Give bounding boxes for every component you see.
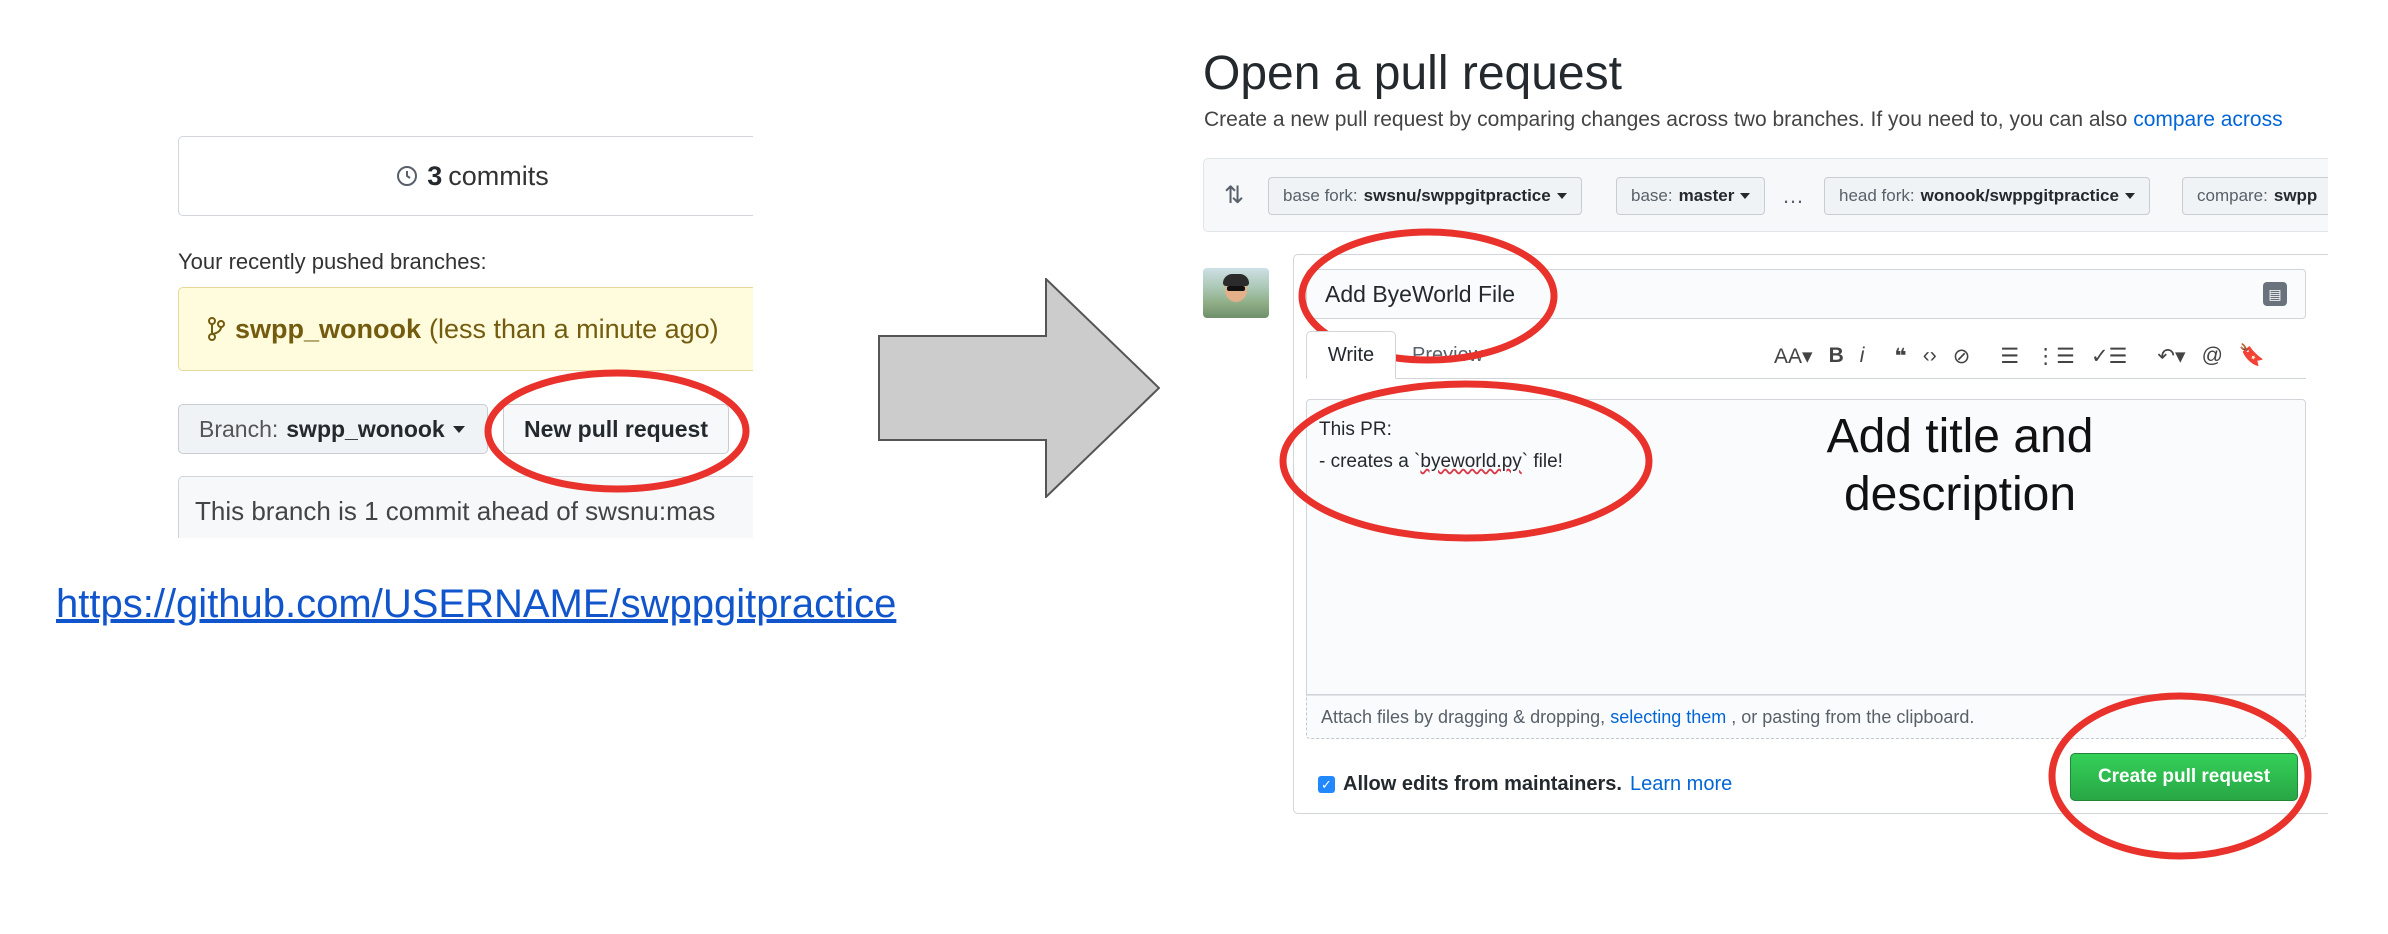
- saved-replies-icon[interactable]: ▤: [2263, 282, 2287, 306]
- branch-ahead-notice: This branch is 1 commit ahead of swsnu:m…: [178, 476, 753, 538]
- compare-bar: ⇅ base fork: swsnu/swppgitpractice base:…: [1203, 158, 2328, 232]
- subtitle-text: Create a new pull request by comparing c…: [1204, 108, 2134, 131]
- allow-edits-checkbox[interactable]: ✓: [1318, 776, 1335, 793]
- allow-edits-label: Allow edits from maintainers.: [1343, 773, 1622, 795]
- attach-files-bar[interactable]: Attach files by dragging & dropping, sel…: [1306, 695, 2306, 739]
- tab-preview[interactable]: Preview: [1412, 331, 1483, 379]
- repo-url-link[interactable]: https://github.com/USERNAME/swppgitpract…: [56, 582, 896, 627]
- link-icon[interactable]: ⊘: [1953, 344, 1971, 369]
- caret-down-icon: [1556, 193, 1567, 199]
- right-arrow-icon: [878, 278, 1160, 498]
- caret-down-icon: [2124, 193, 2135, 199]
- base-fork-select[interactable]: base fork: swsnu/swppgitpractice: [1268, 177, 1582, 215]
- quote-icon[interactable]: ❝: [1894, 344, 1906, 369]
- history-icon: [397, 166, 418, 186]
- recent-branch-notice: swpp_wonook (less than a minute ago): [178, 287, 753, 371]
- base-fork-label: base fork:: [1283, 186, 1358, 205]
- bold-icon[interactable]: B: [1829, 344, 1844, 368]
- base-label: base:: [1631, 186, 1673, 205]
- base-branch-select[interactable]: base: master: [1616, 177, 1766, 215]
- page-subtitle: Create a new pull request by comparing c…: [1204, 108, 2283, 132]
- attach-text-end: , or pasting from the clipboard.: [1731, 706, 1975, 727]
- attach-text: Attach files by dragging & dropping,: [1321, 706, 1606, 727]
- text-size-icon[interactable]: AA▾: [1774, 344, 1813, 369]
- new-pull-request-button[interactable]: New pull request: [503, 404, 729, 454]
- base-fork-value: swsnu/swppgitpractice: [1363, 186, 1551, 205]
- annotation-line-1: Add title and: [1826, 410, 2094, 463]
- italic-icon[interactable]: i: [1860, 344, 1865, 368]
- recent-branches-label: Your recently pushed branches:: [178, 249, 487, 274]
- branch-selector[interactable]: Branch: swpp_wonook: [178, 404, 488, 454]
- allow-edits-row: ✓ Allow edits from maintainers. Learn mo…: [1318, 773, 1732, 796]
- commits-count: 3: [427, 160, 443, 191]
- annotation-text: Add title and description: [1760, 408, 2160, 524]
- annotation-line-2: description: [1843, 468, 2077, 521]
- avatar: [1203, 268, 1269, 318]
- ellipsis: …: [1782, 183, 1804, 208]
- pushed-branch-time: (less than a minute ago): [429, 313, 719, 344]
- commits-summary[interactable]: 3 commits: [178, 136, 753, 216]
- mention-icon[interactable]: @: [2202, 344, 2223, 368]
- branch-selector-value: swpp_wonook: [286, 415, 445, 442]
- misspelled-word: byeworld.py: [1420, 451, 1522, 472]
- branch-icon: [208, 317, 225, 341]
- selecting-them-link[interactable]: selecting them: [1610, 707, 1726, 728]
- head-fork-label: head fork:: [1839, 186, 1915, 205]
- compare-arrows-icon: ⇅: [1224, 182, 1245, 209]
- pr-title-value: Add ByeWorld File: [1325, 280, 1516, 307]
- pull-request-form: Add ByeWorld File ▤ Write Preview AA▾ B …: [1293, 254, 2328, 814]
- pushed-branch-name[interactable]: swpp_wonook: [235, 314, 421, 345]
- compare-value: swpp: [2273, 186, 2318, 205]
- head-fork-select[interactable]: head fork: wonook/swppgitpractice: [1824, 177, 2150, 215]
- create-pull-request-button[interactable]: Create pull request: [2070, 753, 2298, 801]
- branch-selector-prefix: Branch:: [199, 415, 279, 442]
- compare-label: compare:: [2197, 186, 2268, 205]
- reply-icon[interactable]: ↶▾: [2157, 344, 2185, 369]
- caret-down-icon: [452, 425, 465, 433]
- bulleted-list-icon[interactable]: ☰: [2000, 344, 2019, 369]
- task-list-icon[interactable]: ✓☰: [2091, 344, 2127, 369]
- caret-down-icon: [1740, 193, 1751, 199]
- markdown-toolbar: AA▾ B i ❝ ‹› ⊘ ☰ ⋮☰ ✓☰ ↶▾ @ 🔖: [1774, 341, 2304, 371]
- base-value: master: [1678, 186, 1735, 205]
- compare-across-link[interactable]: compare across: [2133, 108, 2282, 131]
- compare-branch-select[interactable]: compare: swpp: [2182, 177, 2328, 215]
- tab-write[interactable]: Write: [1306, 331, 1396, 379]
- pull-request-form-area: ⇅ base fork: swsnu/swppgitpractice base:…: [1203, 158, 2328, 898]
- head-fork-value: wonook/swppgitpractice: [1920, 186, 2119, 205]
- pr-title-input[interactable]: Add ByeWorld File ▤: [1306, 269, 2306, 319]
- commits-label: commits: [448, 160, 549, 191]
- repo-page-snippet: 3 commits Your recently pushed branches:…: [178, 136, 753, 538]
- learn-more-link[interactable]: Learn more: [1630, 773, 1732, 796]
- bookmark-icon[interactable]: 🔖: [2239, 344, 2265, 368]
- code-icon[interactable]: ‹›: [1923, 344, 1937, 368]
- numbered-list-icon[interactable]: ⋮☰: [2035, 344, 2075, 369]
- page-title: Open a pull request: [1203, 47, 1622, 100]
